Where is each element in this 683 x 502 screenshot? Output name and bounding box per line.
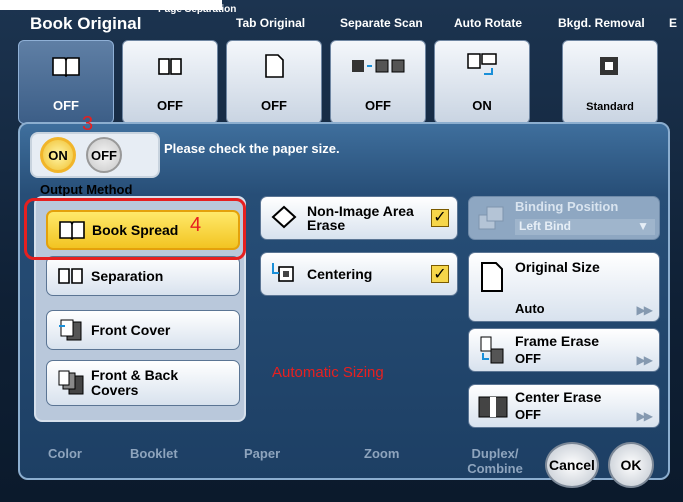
tile-tab-original[interactable]: OFF (226, 40, 322, 124)
center-erase-icon (478, 396, 508, 418)
tab-book-original[interactable]: Book Original (30, 14, 141, 34)
tile-tab-original-value: OFF (261, 98, 287, 113)
separation-icon (57, 264, 91, 288)
tab-tab-original[interactable]: Tab Original (236, 16, 305, 30)
document-icon (227, 51, 321, 81)
binding-position-value: Left Bind (519, 219, 571, 233)
tab-e[interactable]: E (669, 16, 677, 30)
binding-position-icon (478, 206, 504, 230)
tab-color[interactable]: Color (48, 446, 82, 461)
original-size-icon (481, 262, 503, 292)
tab-page-separation[interactable]: Page Separation (158, 4, 236, 15)
centering-label: Centering (307, 266, 373, 282)
on-button[interactable]: ON (40, 137, 76, 173)
front-cover-icon (57, 318, 91, 342)
original-size-button[interactable]: Original Size Auto ▶▶ (468, 252, 660, 322)
front-cover-label: Front Cover (91, 322, 171, 338)
tile-separate-scan[interactable]: OFF (330, 40, 426, 124)
binding-position-label: Binding Position (515, 199, 619, 214)
auto-sizing-note: Automatic Sizing (272, 364, 384, 381)
tab-paper[interactable]: Paper (244, 446, 280, 461)
on-off-toggle: ON OFF (30, 132, 160, 178)
copier-screen: Book Original Page Separation Tab Origin… (0, 0, 683, 502)
book-icon (19, 51, 113, 81)
bkgd-removal-icon (563, 51, 657, 81)
frame-erase-button[interactable]: Frame Erase OFF ▶▶ (468, 328, 660, 372)
center-erase-button[interactable]: Center Erase OFF ▶▶ (468, 384, 660, 428)
tile-bkgd-removal[interactable]: Standard (562, 40, 658, 124)
off-button[interactable]: OFF (86, 137, 122, 173)
frame-erase-icon (480, 336, 504, 364)
tab-auto-rotate[interactable]: Auto Rotate (454, 16, 522, 30)
tab-zoom[interactable]: Zoom (364, 446, 399, 461)
next-arrow-icon: ▶▶ (636, 409, 654, 423)
front-back-covers-button[interactable]: Front & Back Covers (46, 360, 240, 406)
annotation-step-3: 3 (82, 113, 94, 135)
tile-auto-rotate-value: ON (472, 98, 492, 113)
non-image-erase-label: Non-Image Area Erase (307, 203, 414, 233)
front-back-covers-icon (57, 370, 91, 395)
separation-label: Separation (91, 268, 164, 284)
front-cover-button[interactable]: Front Cover (46, 310, 240, 350)
original-size-value: Auto (515, 301, 545, 316)
cancel-button[interactable]: Cancel (545, 442, 599, 488)
binding-position-select: Left Bind ▼ (515, 219, 655, 235)
tile-auto-rotate[interactable]: ON (434, 40, 530, 124)
tab-separate-scan[interactable]: Separate Scan (340, 16, 423, 30)
tile-page-separation-value: OFF (157, 98, 183, 113)
non-image-erase-icon (269, 204, 307, 232)
paper-size-message: Please check the paper size. (164, 141, 340, 156)
tile-separate-scan-value: OFF (365, 98, 391, 113)
tile-book-original-value: OFF (53, 98, 79, 113)
center-erase-value: OFF (515, 407, 541, 422)
chevron-down-icon: ▼ (637, 219, 649, 233)
annotation-step-4: 4 (190, 214, 202, 236)
tile-page-separation[interactable]: OFF (122, 40, 218, 124)
auto-rotate-icon (435, 51, 529, 81)
centering-checkbox[interactable]: ✓ (431, 265, 449, 283)
next-arrow-icon: ▶▶ (636, 353, 654, 367)
annotation-highlight-box (24, 198, 246, 260)
binding-position-control: Binding Position Left Bind ▼ (468, 196, 660, 240)
tab-bkgd-removal[interactable]: Bkgd. Removal (558, 16, 645, 30)
next-arrow-icon: ▶▶ (636, 303, 654, 317)
non-image-erase-button[interactable]: Non-Image Area Erase ✓ (260, 196, 458, 240)
function-tabs: Book Original Page Separation Tab Origin… (18, 0, 683, 130)
frame-erase-label: Frame Erase (515, 333, 600, 349)
tile-book-original[interactable]: OFF (18, 40, 114, 124)
separate-scan-icon (331, 51, 425, 81)
tab-booklet[interactable]: Booklet (130, 446, 178, 461)
ok-button[interactable]: OK (608, 442, 654, 488)
separation-button[interactable]: Separation (46, 256, 240, 296)
centering-button[interactable]: Centering ✓ (260, 252, 458, 296)
book-original-dialog: ON OFF Please check the paper size. Outp… (18, 122, 670, 480)
frame-erase-value: OFF (515, 351, 541, 366)
page-separation-icon (123, 51, 217, 81)
front-back-covers-label: Front & Back Covers (91, 367, 179, 398)
output-method-label: Output Method (40, 182, 133, 197)
tab-duplex-combine[interactable]: Duplex/ Combine (460, 446, 530, 476)
centering-icon (269, 261, 307, 288)
non-image-erase-checkbox[interactable]: ✓ (431, 209, 449, 227)
tile-bkgd-removal-value: Standard (586, 101, 634, 113)
original-size-label: Original Size (515, 259, 600, 275)
center-erase-label: Center Erase (515, 389, 602, 405)
